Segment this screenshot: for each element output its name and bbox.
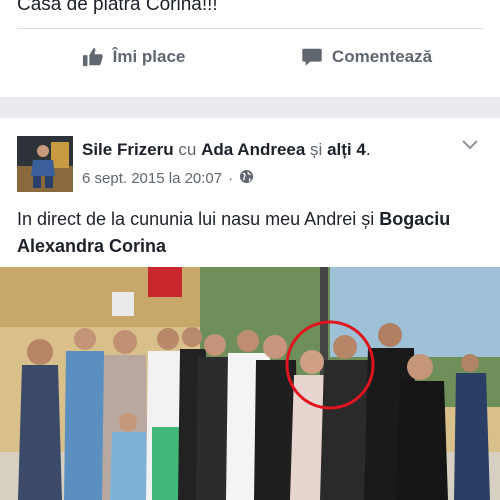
author-name[interactable]: Sile Frizeru [82, 140, 174, 159]
globe-icon[interactable] [239, 169, 254, 188]
with-word: cu [178, 140, 197, 159]
like-label: Îmi place [112, 47, 186, 66]
tagged-others[interactable]: alți 4 [322, 140, 366, 159]
feed-separator [0, 97, 500, 118]
period: . [365, 140, 371, 159]
post-action-bar: Îmi place Comentează [17, 28, 483, 85]
thumbs-up-icon [82, 46, 104, 68]
comment-button[interactable]: Comentează [250, 29, 483, 85]
meta-separator: · [228, 170, 234, 187]
post-meta: 6 sept. 2015 la 20:07 · [82, 169, 254, 188]
tagged-person[interactable]: Ada Andreea [201, 140, 305, 159]
like-button[interactable]: Îmi place [17, 29, 250, 85]
post-text-intro: In direct de la cununia lui nasu meu And… [17, 209, 375, 229]
author-line: Sile Frizeru cu Ada Andreea și alți 4. [82, 140, 371, 160]
comment-label: Comentează [331, 47, 433, 66]
post-photo[interactable] [0, 267, 500, 500]
post-header: Sile Frizeru cu Ada Andreea și alți 4. 6… [17, 136, 483, 196]
and-word: și [310, 140, 323, 159]
chevron-down-icon[interactable] [461, 138, 479, 156]
post-date[interactable]: 6 sept. 2015 la 20:07 [82, 170, 222, 187]
comment-icon [301, 46, 323, 68]
author-avatar[interactable] [17, 136, 73, 192]
post-text: In direct de la cununia lui nasu meu And… [17, 206, 487, 260]
previous-post-text: Casa de piatra Corina!!! [17, 0, 218, 15]
